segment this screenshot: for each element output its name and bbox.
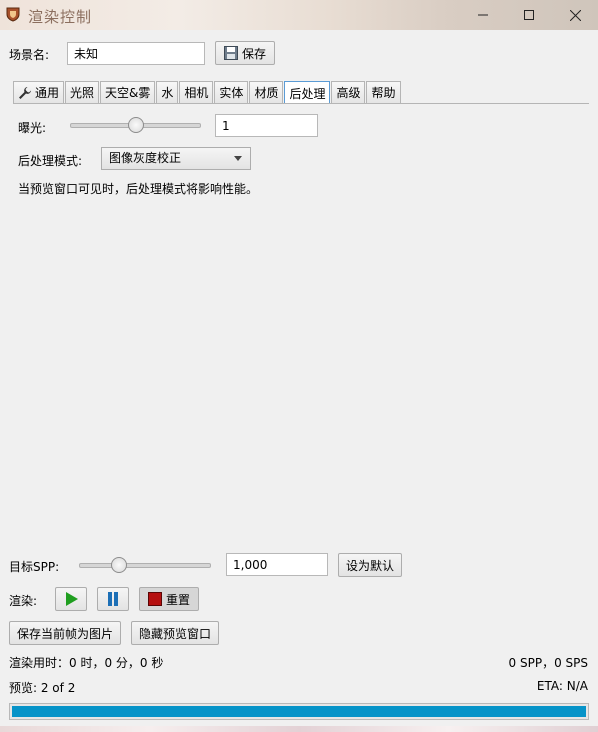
target-spp-slider[interactable]: [79, 557, 211, 573]
tab-0[interactable]: 通用: [13, 81, 65, 103]
floppy-save-icon: [223, 46, 238, 60]
exposure-slider-thumb[interactable]: [127, 117, 144, 133]
background-strip: [0, 726, 598, 732]
tab-2[interactable]: 天空&雾: [100, 81, 156, 103]
hide-preview-button[interactable]: 隐藏预览窗口: [131, 621, 219, 645]
target-spp-slider-thumb[interactable]: [110, 557, 127, 573]
save-button[interactable]: 保存: [215, 41, 275, 65]
play-icon: [66, 592, 78, 606]
tab-label: 后处理: [289, 86, 326, 101]
tab-label: 通用: [35, 86, 60, 100]
target-spp-input[interactable]: 1,000: [226, 553, 328, 576]
tab-9[interactable]: 帮助: [366, 81, 401, 103]
postprocess-mode-label: 后处理模式:: [18, 154, 83, 168]
performance-notice: 当预览窗口可见时，后处理模式将影响性能。: [18, 182, 259, 196]
tab-label: 天空&雾: [105, 86, 151, 100]
app-shield-icon: [6, 7, 20, 22]
eta-text: ETA: N/A: [536, 679, 588, 693]
render-time-text: 渲染用时：0 时，0 分，0 秒: [9, 656, 164, 670]
scene-name-input[interactable]: 未知: [67, 42, 205, 65]
render-progress-fill: [12, 706, 586, 717]
tab-1[interactable]: 光照: [65, 81, 100, 103]
tab-6[interactable]: 材质: [249, 81, 284, 103]
postprocess-mode-select[interactable]: 图像灰度校正: [101, 147, 251, 170]
scene-name-label: 场景名:: [9, 48, 50, 62]
pause-render-button[interactable]: [97, 587, 129, 611]
wrench-icon: [19, 86, 31, 99]
tab-3[interactable]: 水: [156, 81, 179, 103]
tab-label: 材质: [254, 86, 279, 100]
title-bar: 渲染控制: [0, 0, 598, 30]
tab-4[interactable]: 相机: [179, 81, 214, 103]
close-icon: [569, 9, 581, 21]
window-title: 渲染控制: [28, 8, 93, 26]
chevron-down-icon: [234, 156, 242, 161]
spp-sps-text: 0 SPP，0 SPS: [508, 656, 588, 670]
tab-label: 相机: [184, 86, 209, 100]
target-spp-label: 目标SPP:: [9, 560, 60, 574]
tab-divider: [13, 103, 589, 104]
tab-label: 水: [161, 86, 174, 100]
exposure-label: 曝光:: [18, 121, 47, 135]
postprocess-mode-value: 图像灰度校正: [109, 151, 182, 165]
pause-icon: [108, 592, 118, 606]
minimize-icon: [478, 14, 488, 16]
preview-count-text: 预览: 2 of 2: [9, 681, 76, 695]
tab-label: 光照: [70, 86, 95, 100]
target-spp-slider-track: [79, 563, 211, 568]
set-default-button[interactable]: 设为默认: [338, 553, 402, 577]
render-progress-bar: [9, 703, 589, 720]
close-button[interactable]: [552, 0, 598, 30]
exposure-input[interactable]: 1: [215, 114, 318, 137]
reset-button-label: 重置: [165, 592, 190, 607]
exposure-slider[interactable]: [70, 117, 201, 133]
render-label: 渲染:: [9, 594, 38, 608]
save-button-label: 保存: [241, 46, 266, 61]
tab-7[interactable]: 后处理: [284, 81, 331, 104]
tab-bar: 通用 光照 天空&雾水相机 实体 材质 后处理 高级 帮助: [13, 81, 402, 104]
start-render-button[interactable]: [55, 587, 87, 611]
tab-5[interactable]: 实体: [214, 81, 249, 103]
reset-button[interactable]: 重置: [139, 587, 199, 611]
tab-label: 实体: [219, 86, 244, 100]
tab-label: 帮助: [371, 86, 396, 100]
minimize-button[interactable]: [460, 0, 506, 30]
maximize-icon: [524, 10, 534, 20]
tab-8[interactable]: 高级: [331, 81, 366, 103]
tab-label: 高级: [336, 86, 361, 100]
save-frame-button[interactable]: 保存当前帧为图片: [9, 621, 121, 645]
maximize-button[interactable]: [506, 0, 552, 30]
stop-icon: [147, 592, 162, 606]
